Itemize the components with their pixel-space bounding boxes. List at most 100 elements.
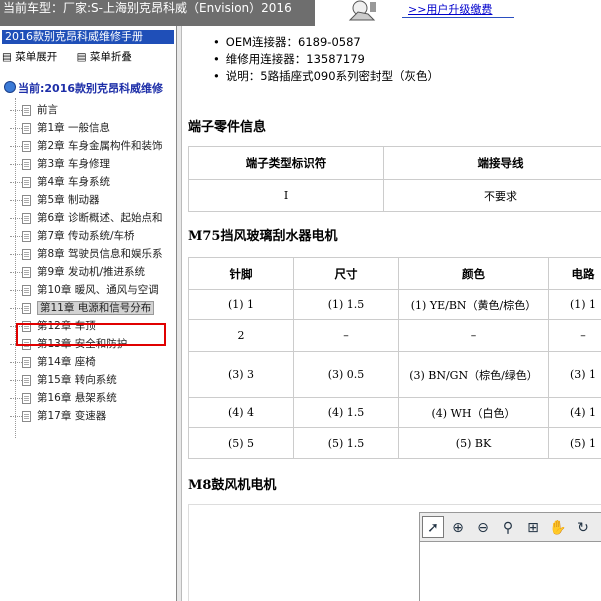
- table-cell: –: [548, 319, 601, 352]
- document-icon: [22, 176, 31, 188]
- terminal-heading: 端子零件信息: [188, 120, 267, 135]
- connector-info-item: 维修用连接器：13587179: [213, 51, 439, 68]
- zoom-area-icon[interactable]: ⊞: [522, 517, 544, 539]
- document-icon: [22, 122, 31, 134]
- zoom-out-icon[interactable]: ⊖: [472, 517, 494, 539]
- table-cell: –: [398, 319, 549, 352]
- table-row: (4) 4 (4) 1.5 (4) WH（白色） (4) 1: [188, 397, 601, 428]
- sidebar-item[interactable]: 第11章 电源和信号分布: [10, 300, 176, 315]
- sidebar-item[interactable]: 第15章 转向系统: [10, 372, 176, 387]
- table-cell: (5) BK: [398, 427, 549, 459]
- panel-splitter[interactable]: [176, 26, 182, 601]
- viewer-toolbar: ➚ ⊕ ⊖ ⚲ ⊞ ✋ ↻: [419, 512, 601, 542]
- highlight-box: [16, 323, 166, 346]
- sidebar-item[interactable]: 前言: [10, 102, 176, 117]
- sidebar: 2016款别克昂科威维修手册 ▤ 菜单展开 ▤ 菜单折叠 当前:2016款别克昂…: [0, 26, 176, 601]
- menu-expand-label: 菜单展开: [15, 51, 58, 63]
- table-cell: 2: [188, 319, 294, 352]
- sidebar-item[interactable]: 第10章 暖风、通风与空调: [10, 282, 176, 297]
- sidebar-item[interactable]: 第1章 一般信息: [10, 120, 176, 135]
- document-icon: [22, 194, 31, 206]
- document-icon: [22, 230, 31, 242]
- sidebar-item[interactable]: 第3章 车身修理: [10, 156, 176, 171]
- sidebar-item[interactable]: 第2章 车身金属构件和装饰: [10, 138, 176, 153]
- document-icon: [22, 158, 31, 170]
- viewer-canvas[interactable]: [419, 542, 601, 601]
- document-icon: [22, 248, 31, 260]
- current-location[interactable]: 当前:2016款别克昂科威维修: [4, 80, 176, 94]
- table-cell: I: [188, 179, 384, 212]
- table-row: 2 – – –: [188, 319, 601, 352]
- table-header: 电路: [548, 257, 601, 290]
- sidebar-item-label: 前言: [37, 104, 58, 116]
- sidebar-item-label: 第17章 变速器: [37, 410, 107, 422]
- table-cell: (4) 1.5: [293, 397, 399, 428]
- select-arrow-icon[interactable]: ➚: [422, 516, 444, 538]
- sidebar-item[interactable]: 第17章 变速器: [10, 408, 176, 423]
- table-cell: (3) 1: [548, 351, 601, 398]
- connector-info-item: OEM连接器：6189-0587: [213, 34, 439, 51]
- current-model-label: 当前车型：: [3, 1, 64, 15]
- document-icon: [22, 392, 31, 404]
- table-cell: (1) 1: [188, 289, 294, 320]
- connector-info-list: OEM连接器：6189-0587 维修用连接器：13587179 说明：5路插座…: [213, 34, 439, 85]
- document-icon: [22, 374, 31, 386]
- sidebar-item[interactable]: 第5章 制动器: [10, 192, 176, 207]
- table-cell: (1) 1: [548, 289, 601, 320]
- current-model-bar: 当前车型：厂家:S-上海别克昂科威（Envision）2016: [0, 0, 315, 26]
- document-icon: [22, 410, 31, 422]
- zoom-in-icon[interactable]: ⊕: [447, 517, 469, 539]
- table-cell: (4) 1: [548, 397, 601, 428]
- upgrade-payment-link[interactable]: >>用户升级缴费: [402, 2, 514, 18]
- sidebar-item-label: 第5章 制动器: [37, 194, 100, 206]
- menu-collapse-label: 菜单折叠: [89, 51, 132, 63]
- menu-collapse-button[interactable]: ▤ 菜单折叠: [77, 51, 140, 63]
- table-cell: (5) 1.5: [293, 427, 399, 459]
- table-cell: (3) 0.5: [293, 351, 399, 398]
- sidebar-item[interactable]: 第14章 座椅: [10, 354, 176, 369]
- menu-expand-button[interactable]: ▤ 菜单展开: [2, 51, 65, 63]
- main-content: OEM连接器：6189-0587 维修用连接器：13587179 说明：5路插座…: [183, 26, 601, 601]
- sidebar-item[interactable]: 第8章 驾驶员信息和娱乐系: [10, 246, 176, 261]
- sidebar-item-label: 第1章 一般信息: [37, 122, 111, 134]
- document-icon: [22, 266, 31, 278]
- m8-heading: M8鼓风机电机: [188, 478, 277, 493]
- table-row: (5) 5 (5) 1.5 (5) BK (5) 1: [188, 427, 601, 459]
- document-icon: [22, 140, 31, 152]
- m75-heading: M75挡风玻璃刮水器电机: [188, 229, 338, 244]
- sidebar-item[interactable]: 第16章 悬架系统: [10, 390, 176, 405]
- menu-controls: ▤ 菜单展开 ▤ 菜单折叠: [2, 49, 148, 64]
- sidebar-item-label: 第8章 驾驶员信息和娱乐系: [37, 248, 163, 260]
- sidebar-item-label: 第2章 车身金属构件和装饰: [37, 140, 163, 152]
- sidebar-item-label: 第9章 发动机/推进系统: [37, 266, 146, 278]
- sidebar-item-label: 第3章 车身修理: [37, 158, 111, 170]
- table-row: I 不要求: [188, 179, 601, 212]
- pan-hand-icon[interactable]: ✋: [547, 517, 569, 539]
- sidebar-item[interactable]: 第7章 传动系统/车桥: [10, 228, 176, 243]
- sidebar-item[interactable]: 第4章 车身系统: [10, 174, 176, 189]
- document-icon: [22, 302, 31, 314]
- table-cell: (1) YE/BN（黄色/棕色）: [398, 289, 549, 320]
- sidebar-item[interactable]: 第9章 发动机/推进系统: [10, 264, 176, 279]
- rotate-icon[interactable]: ↻: [572, 517, 594, 539]
- mascot-logo: [330, 0, 380, 22]
- table-header: 针脚: [188, 257, 294, 290]
- sidebar-item-label: 第7章 传动系统/车桥: [37, 230, 135, 242]
- sidebar-item-label: 第15章 转向系统: [37, 374, 117, 386]
- current-location-label: 当前:2016款别克昂科威维修: [18, 82, 164, 94]
- table-cell: –: [293, 319, 399, 352]
- terminal-table: 端子类型标识符 端接导线 I 不要求: [188, 146, 601, 212]
- table-cell: 不要求: [383, 179, 601, 212]
- sidebar-item[interactable]: 第6章 诊断概述、起始点和: [10, 210, 176, 225]
- sidebar-item-label: 第10章 暖风、通风与空调: [37, 284, 159, 296]
- connector-info-item: 说明：5路插座式090系列密封型（灰色）: [213, 68, 439, 85]
- zoom-icon[interactable]: ⚲: [497, 517, 519, 539]
- sidebar-item-label: 第11章 电源和信号分布: [37, 301, 155, 315]
- manual-title: 2016款别克昂科威维修手册: [2, 30, 174, 44]
- table-header: 颜色: [398, 257, 549, 290]
- document-icon: [22, 212, 31, 224]
- sidebar-item-label: 第4章 车身系统: [37, 176, 111, 188]
- sidebar-item-label: 第16章 悬架系统: [37, 392, 117, 404]
- table-cell: (4) 4: [188, 397, 294, 428]
- current-model-value: 厂家:S-上海别克昂科威（Envision）2016: [63, 1, 292, 15]
